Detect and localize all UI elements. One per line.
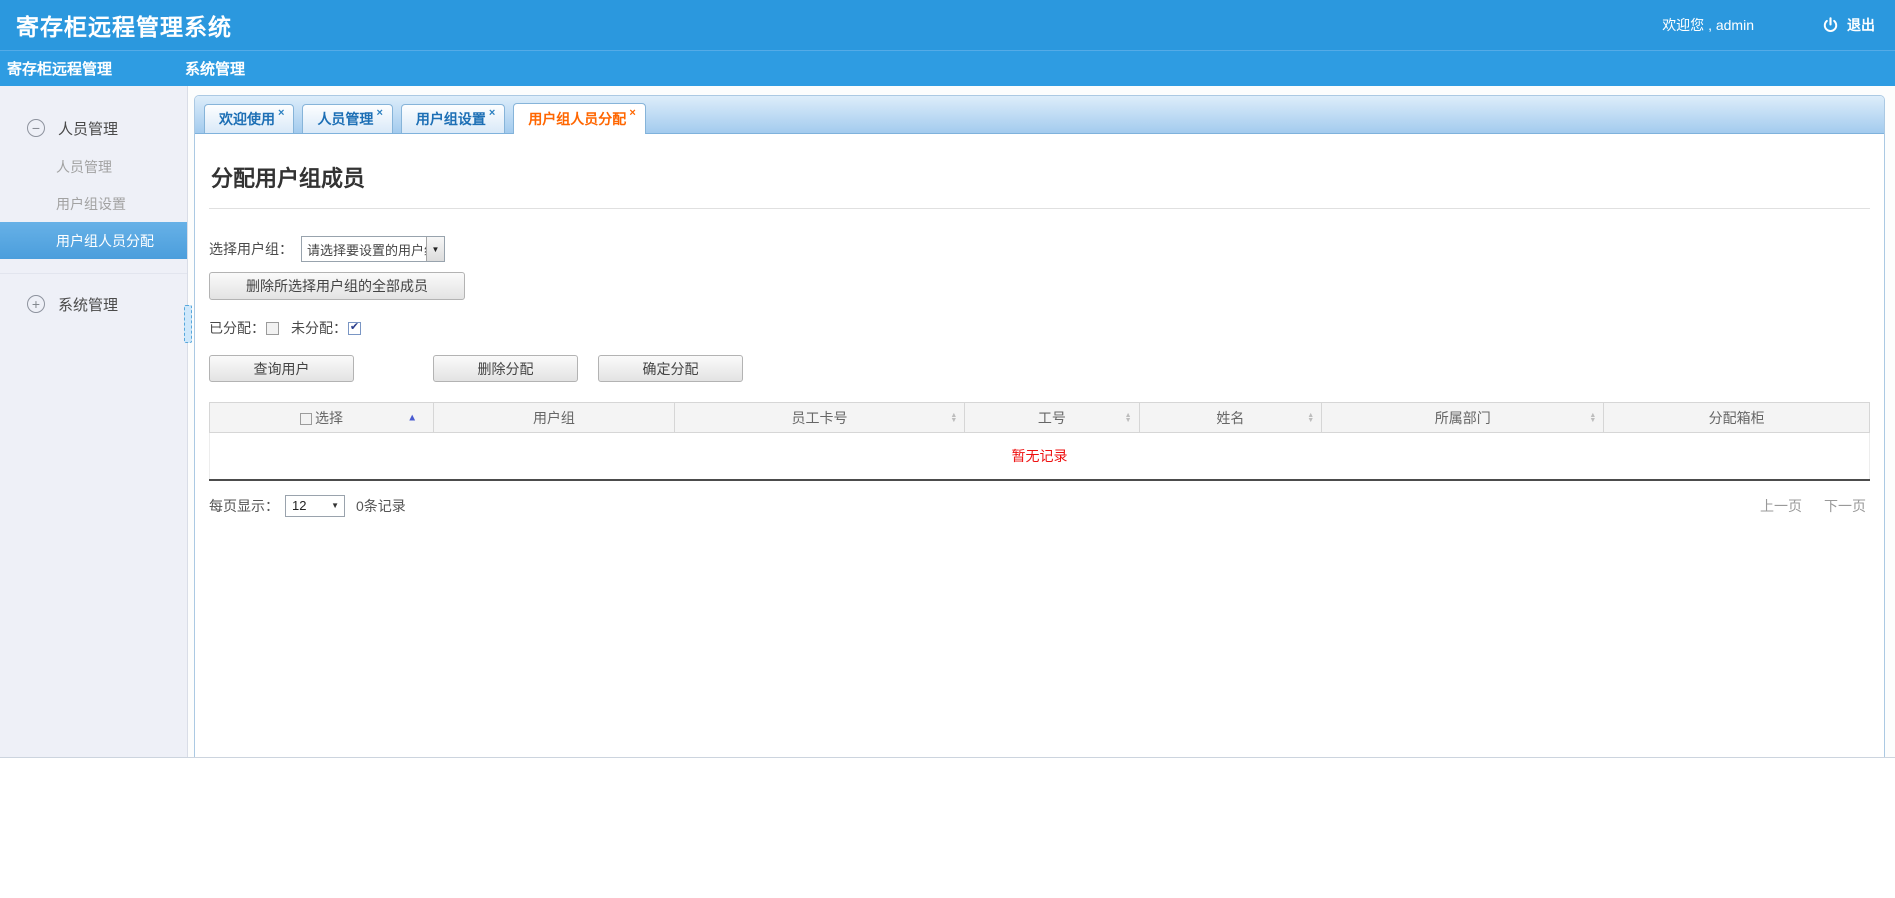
dropdown-arrow-icon: ▼ (331, 501, 344, 510)
column-label: 选择 (315, 410, 343, 426)
sort-icon[interactable]: ▲▼ (1125, 413, 1132, 423)
column-label: 所属部门 (1435, 410, 1491, 426)
select-all-checkbox[interactable] (300, 413, 312, 425)
delete-all-members-button[interactable]: 删除所选择用户组的全部成员 (209, 272, 465, 300)
sidebar-item-usergroup-assignment[interactable]: 用户组人员分配 (0, 222, 187, 259)
sidebar-group-label: 系统管理 (58, 294, 118, 315)
nav-item-system-management[interactable]: 系统管理 (185, 58, 245, 79)
per-page-label: 每页显示： (209, 496, 279, 516)
sidebar-separator (0, 273, 187, 274)
tab-strip: 欢迎使用 × 人员管理 × 用户组设置 × 用户组人员分配 × (195, 96, 1884, 134)
pager-nav: 上一页 下一页 (1760, 496, 1870, 516)
dropdown-arrow-icon[interactable]: ▼ (426, 237, 444, 261)
tab-welcome[interactable]: 欢迎使用 × (204, 104, 294, 133)
members-table: 选择 ▲ 用户组 员工卡号 ▲▼ 工号 (209, 402, 1870, 481)
group-select[interactable]: 请选择要设置的用户组 ▼ (301, 236, 445, 262)
sort-icon[interactable]: ▲▼ (1589, 413, 1596, 423)
per-page-value: 12 (292, 498, 331, 513)
filter-row: 已分配： 未分配： ✔ (209, 318, 1870, 338)
query-users-button[interactable]: 查询用户 (209, 355, 354, 382)
welcome-text: 欢迎您 , admin (1662, 15, 1754, 35)
tab-close-icon[interactable]: × (278, 107, 284, 119)
column-label: 分配箱柜 (1709, 410, 1765, 426)
sidebar-item-personnel[interactable]: 人员管理 (0, 148, 187, 185)
unassigned-checkbox[interactable]: ✔ (348, 322, 361, 335)
column-header-locker[interactable]: 分配箱柜 (1604, 403, 1870, 433)
tab-label: 用户组人员分配 (528, 109, 626, 129)
group-select-row: 选择用户组： 请选择要设置的用户组 ▼ (209, 236, 1870, 262)
tab-close-icon[interactable]: × (629, 107, 635, 119)
sidebar-group-label: 人员管理 (58, 118, 118, 139)
column-header-department[interactable]: 所属部门 ▲▼ (1322, 403, 1604, 433)
group-select-label: 选择用户组： (209, 239, 293, 259)
column-header-name[interactable]: 姓名 ▲▼ (1139, 403, 1322, 433)
tab-close-icon[interactable]: × (376, 107, 382, 119)
logout-button[interactable]: 退出 (1822, 15, 1875, 35)
prev-page-button[interactable]: 上一页 (1760, 496, 1802, 516)
tab-label: 用户组设置 (416, 109, 486, 129)
sort-icon[interactable]: ▲▼ (1307, 413, 1314, 423)
tab-label: 欢迎使用 (219, 109, 275, 129)
app-title: 寄存柜远程管理系统 (16, 8, 232, 42)
header-right: 欢迎您 , admin 退出 (1662, 15, 1875, 35)
title-divider (209, 208, 1870, 209)
tab-label: 人员管理 (317, 109, 373, 129)
assigned-checkbox[interactable] (266, 322, 279, 335)
check-icon: ✔ (350, 322, 359, 333)
records-count: 0条记录 (356, 496, 406, 516)
minus-circle-icon: − (27, 119, 45, 137)
assigned-label: 已分配： (209, 318, 265, 338)
delete-assignment-button[interactable]: 删除分配 (433, 355, 578, 382)
sidebar-group-system[interactable]: + 系统管理 (0, 284, 187, 324)
app-header: 寄存柜远程管理系统 欢迎您 , admin 退出 (0, 0, 1895, 50)
sidebar-splitter-handle[interactable] (184, 305, 192, 343)
column-header-card-number[interactable]: 员工卡号 ▲▼ (674, 403, 965, 433)
column-header-usergroup[interactable]: 用户组 (434, 403, 675, 433)
table-header-row: 选择 ▲ 用户组 员工卡号 ▲▼ 工号 (210, 403, 1870, 433)
next-page-button[interactable]: 下一页 (1824, 496, 1866, 516)
column-header-employee-id[interactable]: 工号 ▲▼ (965, 403, 1139, 433)
column-label: 员工卡号 (792, 410, 848, 426)
confirm-assignment-button[interactable]: 确定分配 (598, 355, 743, 382)
sidebar-group-personnel[interactable]: − 人员管理 (0, 108, 187, 148)
per-page-select[interactable]: 12 ▼ (285, 495, 345, 517)
sidebar-item-usergroup-settings[interactable]: 用户组设置 (0, 185, 187, 222)
empty-row: 暂无记录 (210, 433, 1870, 480)
sort-asc-icon[interactable]: ▲ (407, 412, 417, 423)
nav-item-locker-management[interactable]: 寄存柜远程管理 (0, 58, 185, 79)
sidebar: − 人员管理 人员管理 用户组设置 用户组人员分配 + 系统管理 (0, 86, 188, 757)
pagination-bar: 每页显示： 12 ▼ 0条记录 上一页 下一页 (209, 495, 1870, 517)
main-region: − 人员管理 人员管理 用户组设置 用户组人员分配 + 系统管理 欢迎使用 × … (0, 86, 1895, 758)
nav-bar: 寄存柜远程管理 系统管理 (0, 50, 1895, 86)
unassigned-label: 未分配： (291, 318, 347, 338)
column-label: 用户组 (533, 410, 575, 426)
sort-icon[interactable]: ▲▼ (950, 413, 957, 423)
tab-usergroup-settings[interactable]: 用户组设置 × (401, 104, 505, 133)
panel-body: 分配用户组成员 选择用户组： 请选择要设置的用户组 ▼ 删除所选择用户组的全部成… (195, 161, 1884, 517)
column-label: 姓名 (1216, 410, 1244, 426)
group-select-value: 请选择要设置的用户组 (302, 240, 426, 259)
tab-usergroup-assignment[interactable]: 用户组人员分配 × (513, 103, 645, 134)
empty-row-text: 暂无记录 (210, 433, 1870, 480)
tab-close-icon[interactable]: × (489, 107, 495, 119)
plus-circle-icon: + (27, 295, 45, 313)
power-icon (1822, 17, 1839, 34)
content-area: 欢迎使用 × 人员管理 × 用户组设置 × 用户组人员分配 × 分配用户组 (188, 86, 1895, 757)
content-panel: 欢迎使用 × 人员管理 × 用户组设置 × 用户组人员分配 × 分配用户组 (194, 95, 1885, 757)
action-row: 查询用户 删除分配 确定分配 (209, 355, 1870, 382)
page-title: 分配用户组成员 (211, 161, 1870, 193)
logout-label: 退出 (1847, 15, 1875, 35)
column-header-select[interactable]: 选择 ▲ (210, 403, 434, 433)
tab-personnel[interactable]: 人员管理 × (302, 104, 392, 133)
column-label: 工号 (1038, 410, 1066, 426)
